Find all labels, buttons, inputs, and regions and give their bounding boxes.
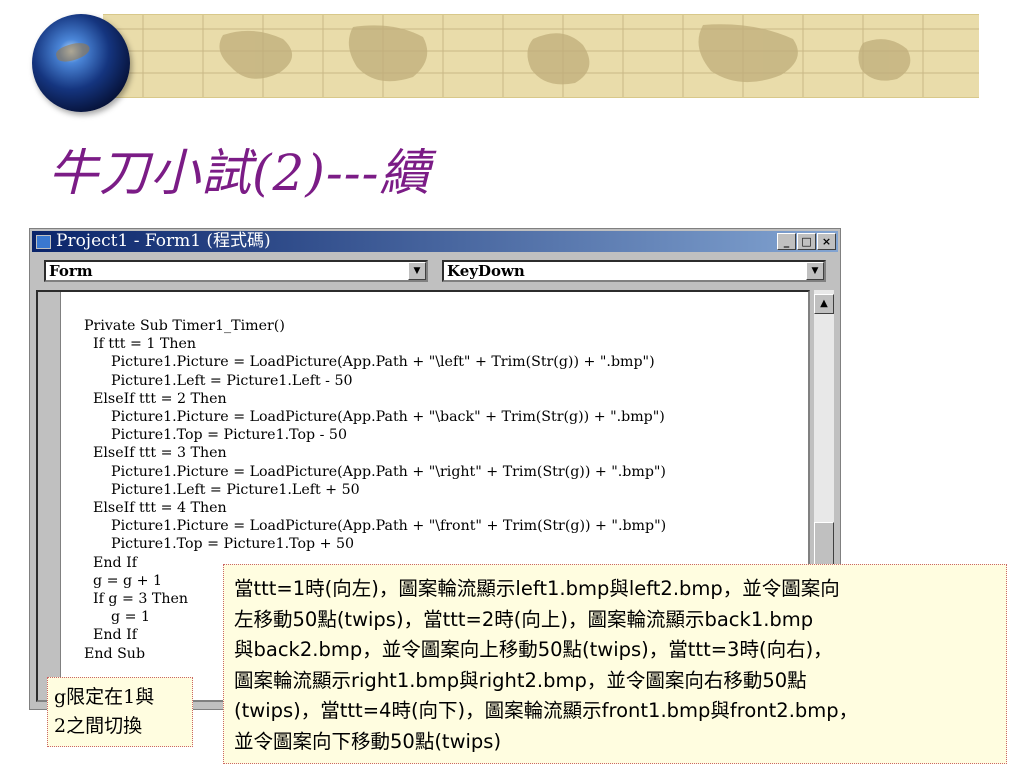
procedure-combo-value: KeyDown <box>447 262 525 280</box>
code-line: Picture1.Top = Picture1.Top - 50 <box>84 427 347 444</box>
window-controls: _ □ × <box>776 233 836 250</box>
window-title: Project1 - Form1 (程式碼) <box>56 231 271 251</box>
dropdown-arrow-icon[interactable]: ▼ <box>408 262 426 280</box>
code-line: End If <box>84 627 137 644</box>
callout-line: 當ttt=1時(向左)，圖案輪流顯示left1.bmp與left2.bmp，並令… <box>234 577 840 600</box>
header-banner <box>103 14 979 98</box>
callout-line: g限定在1與 <box>54 686 155 708</box>
window-titlebar[interactable]: Project1 - Form1 (程式碼) _ □ × <box>32 231 838 252</box>
code-line: ElseIf ttt = 2 Then <box>84 390 227 407</box>
code-line: Picture1.Picture = LoadPicture(App.Path … <box>84 354 655 371</box>
callout-line: 圖案輪流顯示right1.bmp與right2.bmp，並令圖案向右移動50點 <box>234 668 807 692</box>
code-line: Picture1.Left = Picture1.Left + 50 <box>84 481 360 498</box>
code-line: g = 1 <box>84 609 151 626</box>
code-line: ElseIf ttt = 3 Then <box>84 445 227 462</box>
code-line: If ttt = 1 Then <box>84 336 197 353</box>
callout-line: 與back2.bmp，並令圖案向上移動50點(twips)，當ttt=3時(向右… <box>234 638 833 662</box>
callout-line: (twips)，當ttt=4時(向下)，圖案輪流顯示front1.bmp與fro… <box>234 699 859 723</box>
scroll-up-icon[interactable]: ▲ <box>814 294 834 314</box>
callout-line: 左移動50點(twips)，當ttt=2時(向上)，圖案輪流顯示back1.bm… <box>234 607 814 631</box>
slide-title: 牛刀小試(2)---續 <box>48 144 431 202</box>
explanation-callout: 當ttt=1時(向左)，圖案輪流顯示left1.bmp與left2.bmp，並令… <box>223 564 1007 764</box>
dropdown-arrow-icon[interactable]: ▼ <box>806 262 824 280</box>
code-line: ElseIf ttt = 4 Then <box>84 500 227 517</box>
object-combo[interactable]: Form ▼ <box>44 260 428 282</box>
scroll-thumb[interactable] <box>814 522 834 566</box>
window-icon <box>36 235 51 249</box>
code-line: Picture1.Picture = LoadPicture(App.Path … <box>84 463 666 480</box>
margin-indicator-bar <box>38 292 61 700</box>
code-line: Picture1.Left = Picture1.Left - 50 <box>84 372 353 389</box>
minimize-button[interactable]: _ <box>777 233 796 250</box>
close-button[interactable]: × <box>817 233 836 250</box>
maximize-button[interactable]: □ <box>797 233 816 250</box>
object-combo-value: Form <box>49 262 93 280</box>
callout-line: 並令圖案向下移動50點(twips) <box>234 729 502 753</box>
callout-line: 2之間切換 <box>54 715 143 737</box>
code-line: g = g + 1 <box>84 572 163 589</box>
globe-icon <box>32 14 130 112</box>
code-line: Private Sub Timer1_Timer() <box>84 318 285 334</box>
procedure-combo[interactable]: KeyDown ▼ <box>442 260 826 282</box>
code-line: End If <box>84 554 137 571</box>
code-line: Picture1.Picture = LoadPicture(App.Path … <box>84 409 665 426</box>
g-range-callout: g限定在1與 2之間切換 <box>47 677 193 747</box>
world-map-pattern <box>103 15 979 97</box>
code-line: Picture1.Picture = LoadPicture(App.Path … <box>84 518 667 535</box>
code-line: End Sub <box>84 645 146 662</box>
code-line: If g = 3 Then <box>84 591 189 608</box>
code-line: Picture1.Top = Picture1.Top + 50 <box>84 536 355 553</box>
